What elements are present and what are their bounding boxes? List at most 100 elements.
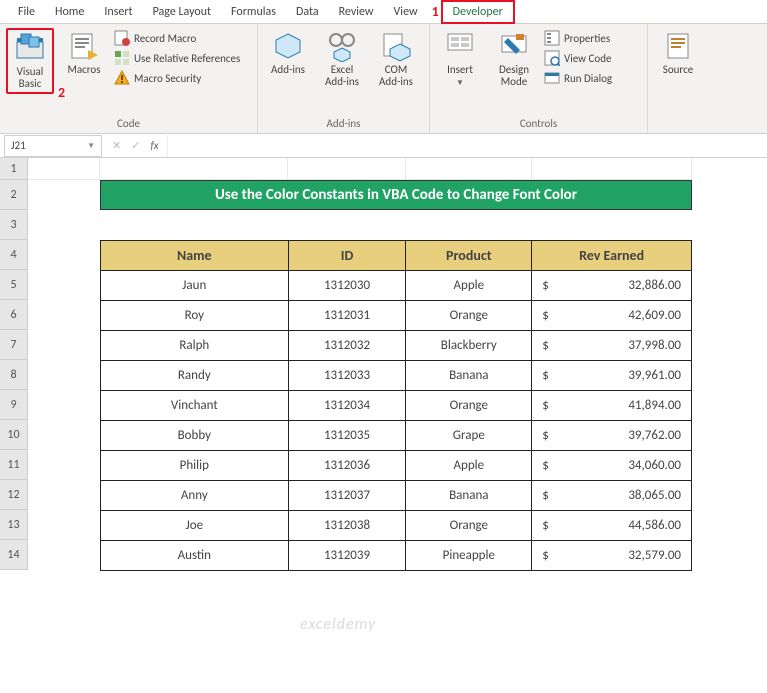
tab-developer[interactable]: Developer [441, 0, 515, 24]
row-header[interactable]: 13 [0, 510, 28, 540]
cell-rev[interactable]: $39,961.00 [532, 361, 692, 391]
table-row[interactable]: Ralph1312032Blackberry$37,998.00 [101, 331, 692, 361]
cell-id[interactable]: 1312032 [288, 331, 406, 361]
cell-id[interactable]: 1312034 [288, 391, 406, 421]
chevron-down-icon[interactable]: ▼ [87, 141, 95, 151]
tab-file[interactable]: File [8, 2, 45, 22]
cell-name[interactable]: Roy [101, 301, 289, 331]
cell-rev[interactable]: $44,586.00 [532, 511, 692, 541]
cell-product[interactable]: Blackberry [406, 331, 532, 361]
row-header[interactable]: 11 [0, 450, 28, 480]
row-header[interactable]: 3 [0, 210, 28, 240]
col-product[interactable]: Product [406, 241, 532, 271]
row-header[interactable]: 9 [0, 390, 28, 420]
cell-product[interactable]: Orange [406, 301, 532, 331]
col-id[interactable]: ID [288, 241, 406, 271]
cell-id[interactable]: 1312035 [288, 421, 406, 451]
cell-name[interactable]: Bobby [101, 421, 289, 451]
cell-id[interactable]: 1312039 [288, 541, 406, 571]
enter-icon[interactable]: ✓ [131, 139, 140, 152]
tab-page-layout[interactable]: Page Layout [143, 2, 221, 22]
visual-basic-button[interactable]: Visual Basic 2 [6, 28, 54, 94]
ribbon: Visual Basic 2 Macros Record Macro U [0, 24, 767, 134]
table-row[interactable]: Vinchant1312034Orange$41,894.00 [101, 391, 692, 421]
run-dialog-button[interactable]: Run Dialog [544, 70, 612, 86]
source-label: Source [663, 64, 693, 76]
cell-name[interactable]: Randy [101, 361, 289, 391]
insert-controls-button[interactable]: Insert ▼ [436, 28, 484, 90]
row-header[interactable]: 4 [0, 240, 28, 270]
use-rel-ref-icon [114, 50, 130, 66]
cell-rev[interactable]: $42,609.00 [532, 301, 692, 331]
macros-button[interactable]: Macros [60, 28, 108, 78]
table-row[interactable]: Bobby1312035Grape$39,762.00 [101, 421, 692, 451]
cell-product[interactable]: Banana [406, 481, 532, 511]
tab-review[interactable]: Review [329, 2, 384, 22]
cell-product[interactable]: Apple [406, 271, 532, 301]
row-header[interactable]: 8 [0, 360, 28, 390]
cell-product[interactable]: Pineapple [406, 541, 532, 571]
excel-addins-button[interactable]: Excel Add-ins [318, 28, 366, 90]
cell-name[interactable]: Philip [101, 451, 289, 481]
table-row[interactable]: Austin1312039Pineapple$32,579.00 [101, 541, 692, 571]
cell-id[interactable]: 1312030 [288, 271, 406, 301]
tab-view[interactable]: View [384, 2, 428, 22]
fx-icon[interactable]: fx [150, 139, 158, 152]
cell-rev[interactable]: $34,060.00 [532, 451, 692, 481]
row-header[interactable]: 12 [0, 480, 28, 510]
tab-home[interactable]: Home [45, 2, 94, 22]
table-row[interactable]: Philip1312036Apple$34,060.00 [101, 451, 692, 481]
cell-name[interactable]: Anny [101, 481, 289, 511]
cell-rev[interactable]: $32,886.00 [532, 271, 692, 301]
record-macro-button[interactable]: Record Macro [114, 30, 240, 46]
row-header[interactable]: 10 [0, 420, 28, 450]
tab-data[interactable]: Data [286, 2, 329, 22]
cell-product[interactable]: Apple [406, 451, 532, 481]
cell-rev[interactable]: $37,998.00 [532, 331, 692, 361]
row-header[interactable]: 6 [0, 300, 28, 330]
com-addins-button[interactable]: COM Add-ins [372, 28, 420, 90]
col-rev[interactable]: Rev Earned [532, 241, 692, 271]
cell-id[interactable]: 1312033 [288, 361, 406, 391]
cell-product[interactable]: Orange [406, 511, 532, 541]
row-header[interactable]: 2 [0, 180, 28, 210]
row-header[interactable]: 7 [0, 330, 28, 360]
design-mode-button[interactable]: Design Mode [490, 28, 538, 90]
cell-name[interactable]: Vinchant [101, 391, 289, 421]
cell-rev[interactable]: $32,579.00 [532, 541, 692, 571]
table-row[interactable]: Randy1312033Banana$39,961.00 [101, 361, 692, 391]
table-row[interactable]: Roy1312031Orange$42,609.00 [101, 301, 692, 331]
table-row[interactable]: Joe1312038Orange$44,586.00 [101, 511, 692, 541]
cell-name[interactable]: Austin [101, 541, 289, 571]
cell-id[interactable]: 1312038 [288, 511, 406, 541]
tab-formulas[interactable]: Formulas [221, 2, 286, 22]
view-code-button[interactable]: View Code [544, 50, 612, 66]
cell-name[interactable]: Ralph [101, 331, 289, 361]
col-name[interactable]: Name [101, 241, 289, 271]
cell-product[interactable]: Orange [406, 391, 532, 421]
cell-name[interactable]: Jaun [101, 271, 289, 301]
cell-rev[interactable]: $38,065.00 [532, 481, 692, 511]
table-row[interactable]: Jaun1312030Apple$32,886.00 [101, 271, 692, 301]
table-row[interactable]: Anny1312037Banana$38,065.00 [101, 481, 692, 511]
cell-product[interactable]: Banana [406, 361, 532, 391]
cell-rev[interactable]: $39,762.00 [532, 421, 692, 451]
cell-id[interactable]: 1312037 [288, 481, 406, 511]
use-rel-ref-button[interactable]: Use Relative References [114, 50, 240, 66]
cell-id[interactable]: 1312036 [288, 451, 406, 481]
cell-id[interactable]: 1312031 [288, 301, 406, 331]
formula-input[interactable] [167, 135, 767, 157]
cancel-icon[interactable]: ✕ [112, 139, 121, 152]
row-header[interactable]: 14 [0, 540, 28, 570]
macro-security-button[interactable]: Macro Security [114, 70, 240, 86]
source-button[interactable]: Source [654, 28, 702, 78]
cell-name[interactable]: Joe [101, 511, 289, 541]
row-header[interactable]: 5 [0, 270, 28, 300]
name-box[interactable]: J21 ▼ [4, 135, 102, 157]
properties-button[interactable]: Properties [544, 30, 612, 46]
cell-product[interactable]: Grape [406, 421, 532, 451]
tab-insert[interactable]: Insert [94, 2, 142, 22]
cell-rev[interactable]: $41,894.00 [532, 391, 692, 421]
addins-button[interactable]: Add-ins [264, 28, 312, 78]
row-header[interactable]: 1 [0, 158, 28, 180]
